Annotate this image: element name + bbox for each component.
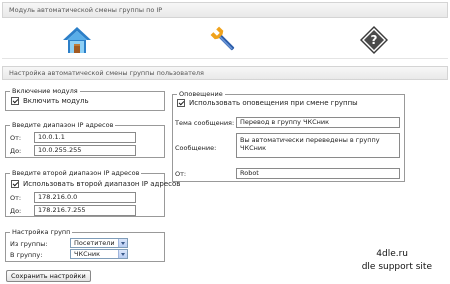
ip-range-fieldset: Введите диапазон IP адресов От: 10.0.1.1… <box>5 121 165 158</box>
chevron-down-icon[interactable] <box>118 250 127 258</box>
home-icon[interactable] <box>62 25 92 55</box>
help-icon[interactable]: ? <box>359 25 389 55</box>
ip2-from-input[interactable]: 178.216.0.0 <box>34 192 136 203</box>
use-second-range-row: Использовать второй диапазон IP адресов <box>11 180 180 188</box>
from-group-value: Посетители <box>74 239 115 247</box>
message-label: Сообщение: <box>175 144 217 152</box>
svg-text:?: ? <box>371 33 378 47</box>
subject-label: Тема сообщения: <box>175 119 235 127</box>
save-settings-button[interactable]: Сохранить настройки <box>6 270 91 282</box>
ip-from-label: От: <box>10 134 22 142</box>
fieldset-legend: Включение модуля <box>10 87 80 95</box>
ip2-from-label: От: <box>10 194 22 202</box>
from-group-select[interactable]: Посетители <box>70 238 128 248</box>
subject-input[interactable]: Перевод в группу ЧКСник <box>236 117 400 128</box>
ip-to-input[interactable]: 10.0.255.255 <box>34 145 136 156</box>
ip-from-input[interactable]: 10.0.1.1 <box>34 132 136 143</box>
section-title: Настройка автоматической смены группы по… <box>9 69 204 77</box>
sender-label: От: <box>175 170 187 178</box>
use-notifications-checkbox[interactable] <box>177 99 185 107</box>
ip2-to-input[interactable]: 178.216.7.255 <box>34 205 136 216</box>
use-second-range-label: Использовать второй диапазон IP адресов <box>23 180 181 188</box>
icon-toolbar: ? <box>2 19 448 59</box>
section-title-bar: Настройка автоматической смены группы по… <box>2 66 448 80</box>
module-enable-fieldset: Включение модуля Включить модуль <box>5 87 165 111</box>
fieldset-legend: Введите диапазон IP адресов <box>10 121 116 129</box>
chevron-down-icon[interactable] <box>118 239 127 247</box>
module-title: Модуль автоматической смены группы по IP <box>9 6 163 14</box>
enable-module-row: Включить модуль <box>11 97 89 105</box>
to-group-label: В группу: <box>10 251 43 259</box>
enable-module-label: Включить модуль <box>23 97 89 105</box>
to-group-select[interactable]: ЧКСник <box>70 249 128 259</box>
brand-tagline: dle support site <box>361 262 432 272</box>
use-second-range-checkbox[interactable] <box>11 180 19 188</box>
fieldset-legend: Введите второй диапазон IP адресов <box>10 169 142 177</box>
module-title-bar: Модуль автоматической смены группы по IP <box>2 2 448 18</box>
sender-input[interactable]: Robot <box>236 168 400 179</box>
message-textarea[interactable]: Вы автоматически переведены в группу ЧКС… <box>236 133 400 158</box>
brand-domain: 4dle.ru <box>376 249 408 259</box>
use-notifications-row: Использовать оповещения при смене группы <box>177 99 358 107</box>
ip-to-label: До: <box>10 147 22 155</box>
use-notifications-label: Использовать оповещения при смене группы <box>189 99 358 107</box>
fieldset-legend: Оповещение <box>177 90 225 98</box>
ip-range2-fieldset: Введите второй диапазон IP адресов Испол… <box>5 169 180 217</box>
notification-fieldset: Оповещение Использовать оповещения при с… <box>172 90 405 182</box>
fieldset-legend: Настройка групп <box>10 228 73 236</box>
ip2-to-label: До: <box>10 207 22 215</box>
wrench-icon[interactable] <box>209 25 239 55</box>
enable-module-checkbox[interactable] <box>11 97 19 105</box>
groups-fieldset: Настройка групп Из группы: Посетители В … <box>5 228 165 262</box>
to-group-value: ЧКСник <box>74 250 101 258</box>
from-group-label: Из группы: <box>10 240 48 248</box>
